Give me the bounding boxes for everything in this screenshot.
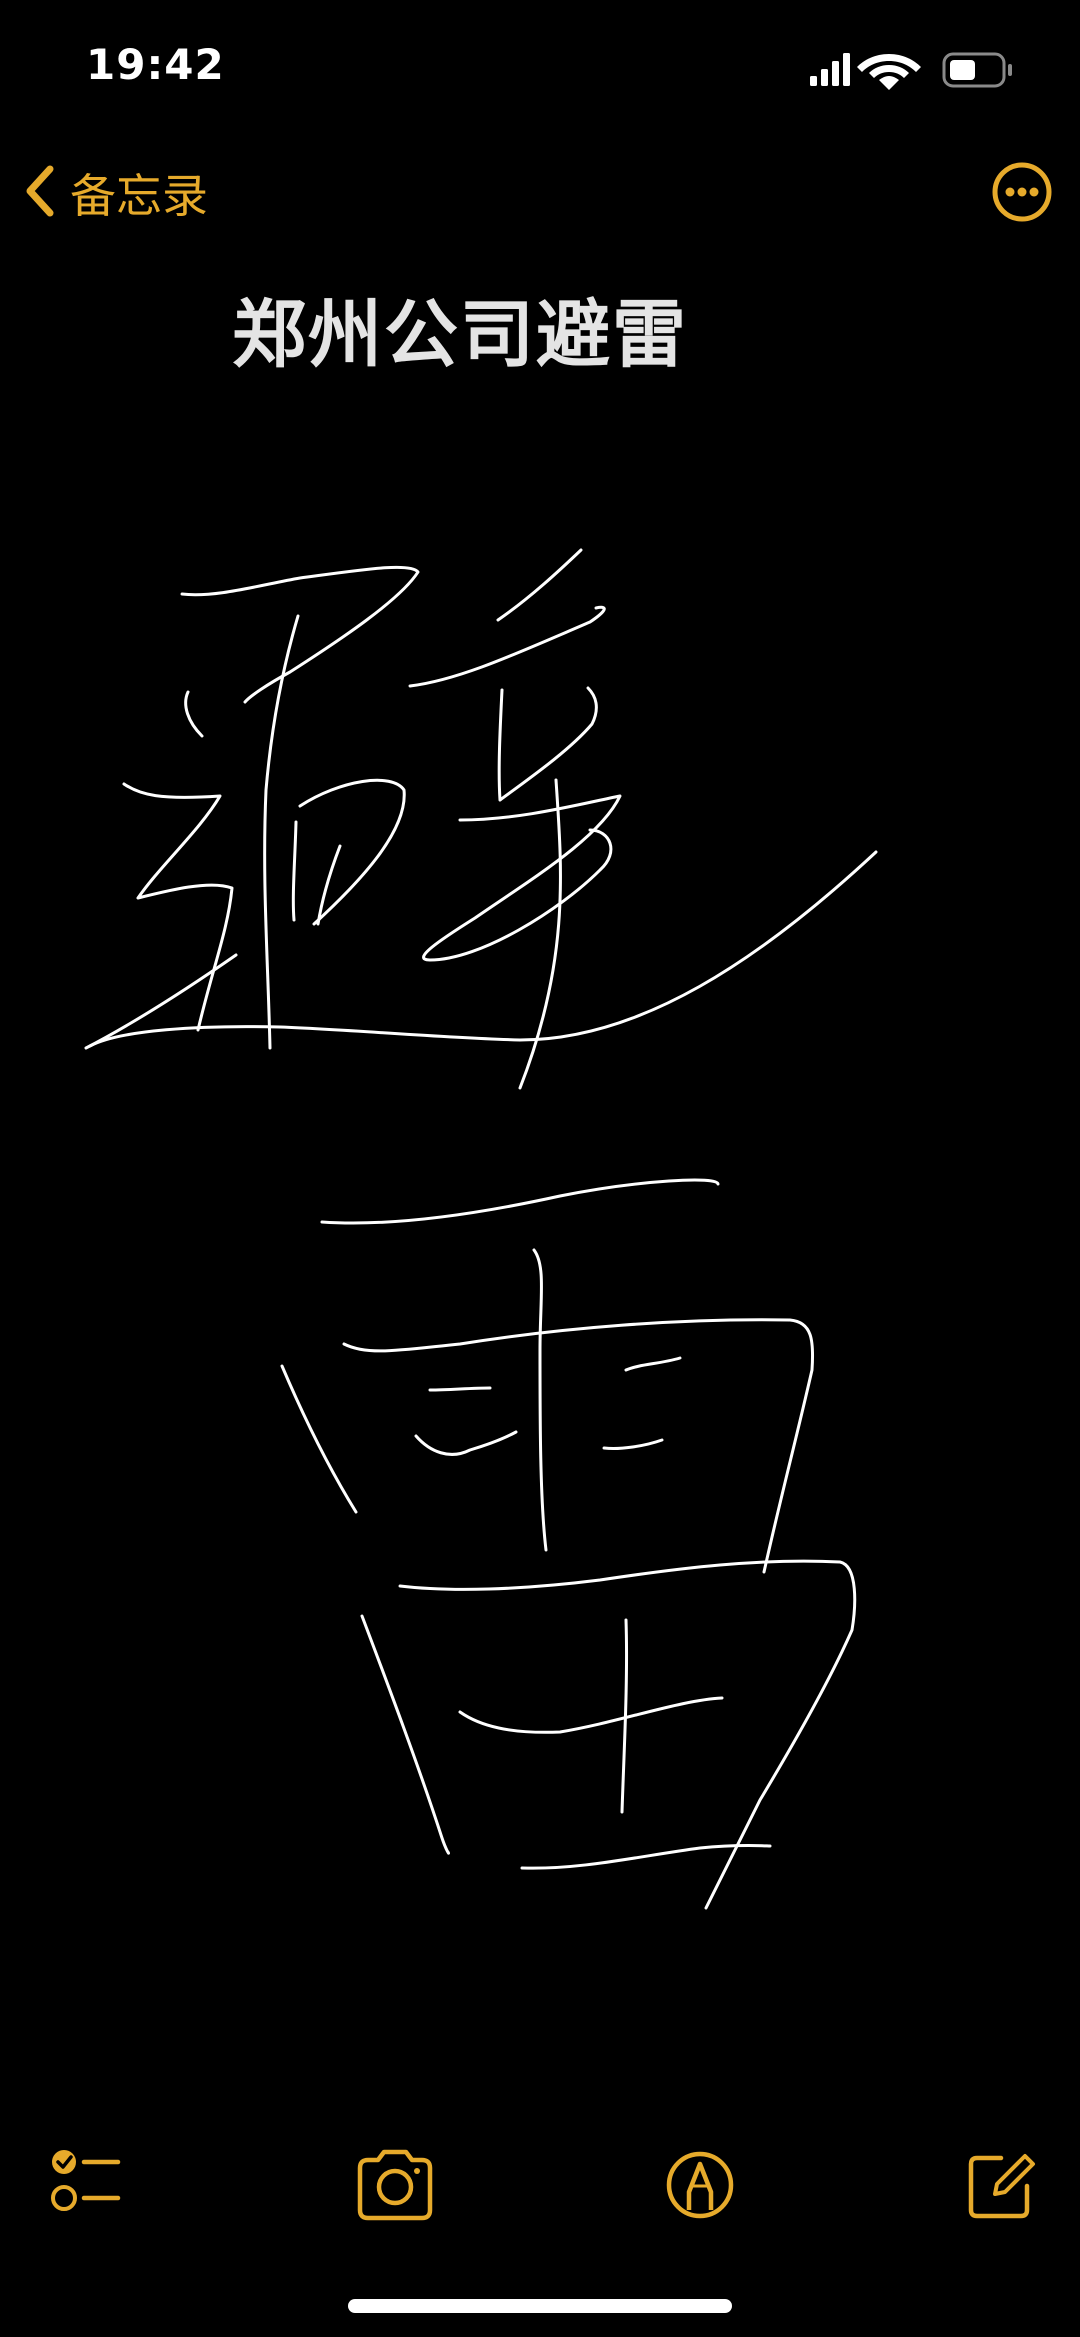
camera-icon	[357, 2149, 433, 2221]
ink-stroke	[414, 1430, 518, 1456]
ink-stroke	[428, 1386, 492, 1392]
markup-button[interactable]	[655, 2140, 745, 2230]
ink-stroke	[408, 605, 606, 688]
bottom-toolbar	[0, 2140, 1080, 2230]
ink-stroke	[316, 844, 342, 926]
ink-stroke	[184, 690, 204, 738]
ink-stroke	[342, 1318, 815, 1574]
ink-stroke	[496, 548, 583, 622]
ink-stroke	[320, 1178, 720, 1225]
ink-stroke	[602, 1438, 664, 1450]
ink-stroke	[291, 820, 298, 922]
ink-stroke	[263, 614, 300, 1050]
compose-button[interactable]	[955, 2140, 1045, 2230]
ink-stroke	[497, 686, 598, 802]
ink-stroke	[360, 1614, 450, 1855]
ink-stroke	[280, 1364, 358, 1514]
ink-stroke	[518, 778, 562, 1090]
ink-stroke	[298, 778, 406, 926]
ink-stroke	[180, 565, 420, 704]
ink-stroke	[422, 794, 622, 962]
camera-button[interactable]	[350, 2140, 440, 2230]
ink-stroke	[624, 1356, 682, 1372]
handwriting-drawing[interactable]	[0, 0, 1080, 2337]
home-indicator[interactable]	[348, 2299, 732, 2313]
ink-stroke	[84, 953, 238, 1050]
markup-pen-icon	[666, 2151, 734, 2219]
checklist-icon	[51, 2150, 121, 2211]
checklist-button[interactable]	[40, 2140, 130, 2230]
ink-stroke	[532, 1248, 548, 1552]
compose-icon	[968, 2154, 1035, 2219]
ink-stroke	[620, 1618, 629, 1814]
ink-stroke	[398, 1559, 857, 1910]
ink-stroke	[458, 1696, 724, 1734]
